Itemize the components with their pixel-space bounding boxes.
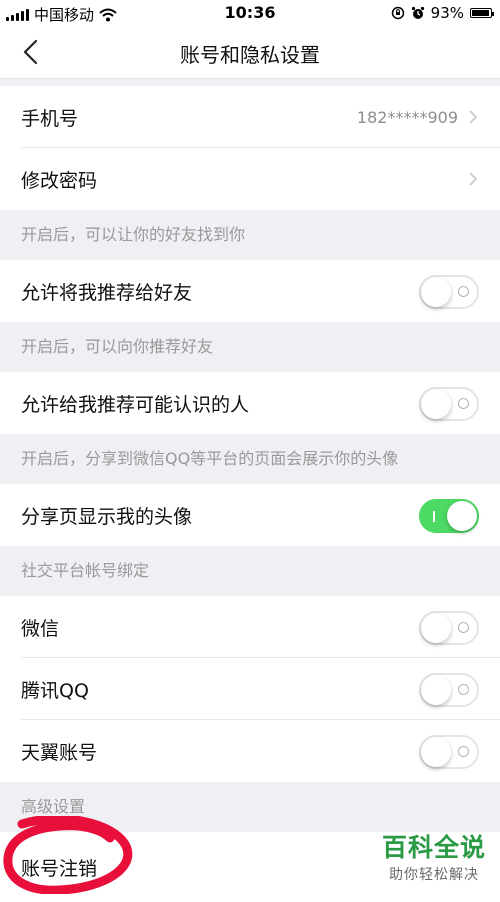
phone-row[interactable]: 手机号 182*****909 — [0, 86, 500, 148]
navigation-bar: 账号和隐私设置 — [0, 26, 500, 79]
recommend-me-label: 允许将我推荐给好友 — [21, 281, 193, 304]
share-avatar-row: 分享页显示我的头像 — [0, 484, 500, 546]
orientation-lock-icon — [391, 6, 404, 20]
friend-find-hint: 开启后，可以让你的好友找到你 — [0, 210, 500, 260]
tianyi-label: 天翼账号 — [21, 741, 98, 764]
recommend-me-toggle[interactable] — [419, 275, 479, 309]
advanced-header: 高级设置 — [0, 782, 500, 832]
chevron-right-icon — [469, 172, 478, 186]
chevron-right-icon — [469, 110, 478, 124]
change-password-label: 修改密码 — [21, 169, 98, 192]
recommend-me-row: 允许将我推荐给好友 — [0, 260, 500, 322]
alarm-icon — [411, 6, 424, 19]
recommend-known-label: 允许给我推荐可能认识的人 — [21, 393, 250, 416]
share-avatar-toggle[interactable] — [419, 499, 479, 533]
recommend-to-me-hint: 开启后，可以向你推荐好友 — [0, 322, 500, 372]
change-password-row[interactable]: 修改密码 — [0, 148, 500, 210]
social-binding-header: 社交平台帐号绑定 — [0, 546, 500, 596]
recommend-known-row: 允许给我推荐可能认识的人 — [0, 372, 500, 434]
wechat-row: 微信 — [0, 596, 500, 658]
tianyi-row: 天翼账号 — [0, 720, 500, 782]
phone-value: 182*****909 — [356, 107, 458, 127]
account-cancel-label: 账号注销 — [21, 857, 98, 880]
qq-toggle[interactable] — [419, 673, 479, 707]
tianyi-toggle[interactable] — [419, 735, 479, 769]
status-bar: 中国移动 10:36 93% — [0, 0, 500, 26]
recommend-known-toggle[interactable] — [419, 387, 479, 421]
qq-row: 腾讯QQ — [0, 658, 500, 720]
battery-percent: 93% — [430, 4, 464, 22]
share-avatar-label: 分享页显示我的头像 — [21, 505, 193, 528]
avatar-hint: 开启后，分享到微信QQ等平台的页面会展示你的头像 — [0, 434, 500, 484]
page-title: 账号和隐私设置 — [180, 43, 320, 67]
wechat-toggle[interactable] — [419, 611, 479, 645]
qq-label: 腾讯QQ — [21, 679, 89, 702]
wechat-label: 微信 — [21, 617, 60, 640]
watermark-title: 百科全说 — [381, 833, 486, 862]
watermark-logo: 百科全说 助你轻松解决 — [382, 828, 486, 884]
watermark-subtitle: 助你轻松解决 — [388, 867, 479, 883]
phone-label: 手机号 — [21, 107, 79, 130]
battery-icon — [470, 8, 494, 18]
